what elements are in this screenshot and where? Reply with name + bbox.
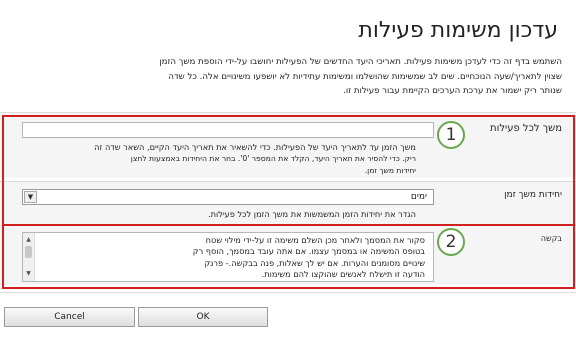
callout-number-badge-1: 1 xyxy=(437,121,465,149)
intro-text: השתמש בדף זה כדי לעדכן משימות פעילות. תא… xyxy=(14,55,562,99)
intro-line: שצוין לתאריך/שעה הנוכחיים. שים לב שמשימו… xyxy=(168,71,562,82)
callout-box-2 xyxy=(2,224,575,289)
intro-line: שנותר ריק ישמור את ערכת הערכים הקיימת עב… xyxy=(343,86,562,96)
dialog-footer: Cancel OK xyxy=(0,292,576,342)
intro-line: השתמש בדף זה כדי לעדכן משימות פעילות. תא… xyxy=(159,57,562,67)
update-active-tasks-dialog: עדכון משימות פעילות השתמש בדף זה כדי לעד… xyxy=(0,0,576,342)
callout-box-1 xyxy=(2,115,575,226)
title-row: עדכון משימות פעילות xyxy=(0,0,576,52)
ok-button[interactable]: OK xyxy=(138,307,268,327)
cancel-button[interactable]: Cancel xyxy=(4,307,135,327)
callout-number-badge-2: 2 xyxy=(437,228,465,256)
dialog-title: עדכון משימות פעילות xyxy=(358,18,558,43)
